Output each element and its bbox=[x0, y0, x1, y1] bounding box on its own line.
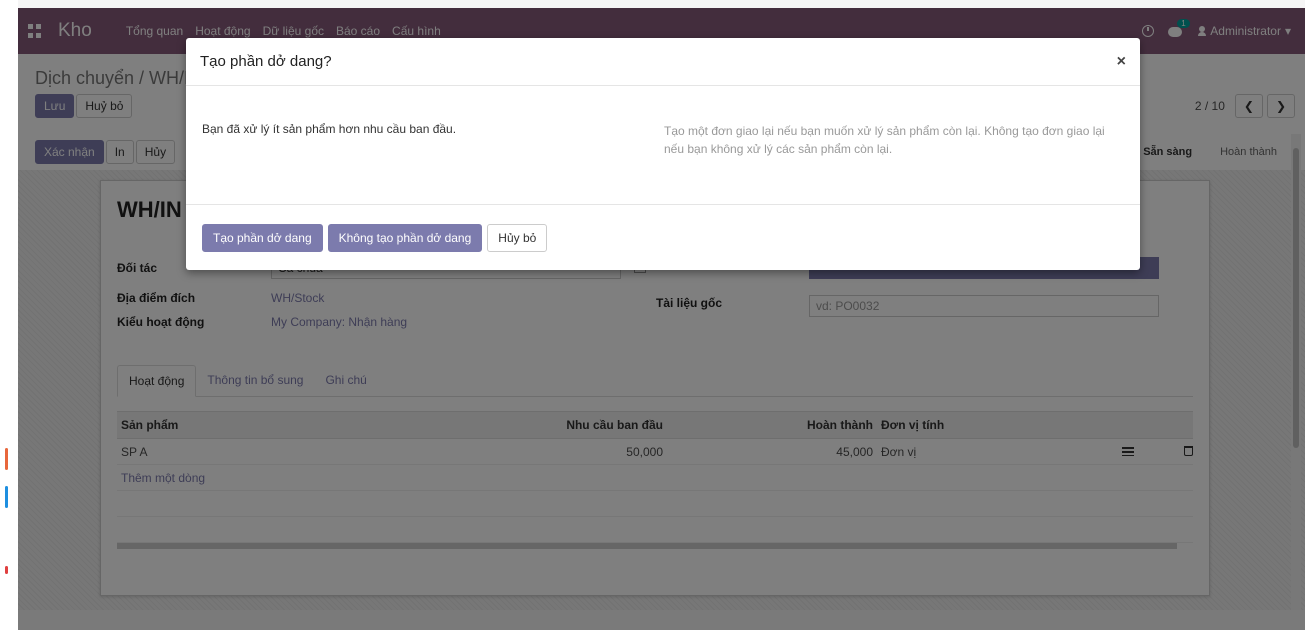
dialog-message: Bạn đã xử lý ít sản phẩm hơn nhu cầu ban… bbox=[202, 122, 457, 136]
dialog-help-text: Tạo một đơn giao lại nếu bạn muốn xử lý … bbox=[664, 124, 1105, 156]
dialog-cancel-button[interactable]: Hủy bỏ bbox=[487, 223, 548, 252]
edge-mark-blue bbox=[5, 486, 8, 508]
create-backorder-button[interactable]: Tạo phần dở dang bbox=[202, 223, 323, 252]
dialog-body: Bạn đã xử lý ít sản phẩm hơn nhu cầu ban… bbox=[186, 86, 1140, 204]
edge-mark-red bbox=[5, 566, 8, 574]
dialog-title: Tạo phần dở dang? bbox=[200, 53, 332, 70]
edge-mark-orange bbox=[5, 448, 8, 470]
left-edge-strip bbox=[0, 0, 18, 630]
no-backorder-button[interactable]: Không tạo phần dở dang bbox=[327, 223, 483, 252]
dialog-footer: Tạo phần dở dang Không tạo phần dở dang … bbox=[186, 204, 1140, 270]
dialog-header: Tạo phần dở dang? × bbox=[186, 38, 1140, 86]
backorder-dialog: Tạo phần dở dang? × Bạn đã xử lý ít sản … bbox=[186, 38, 1140, 270]
close-icon[interactable]: × bbox=[1117, 53, 1126, 71]
